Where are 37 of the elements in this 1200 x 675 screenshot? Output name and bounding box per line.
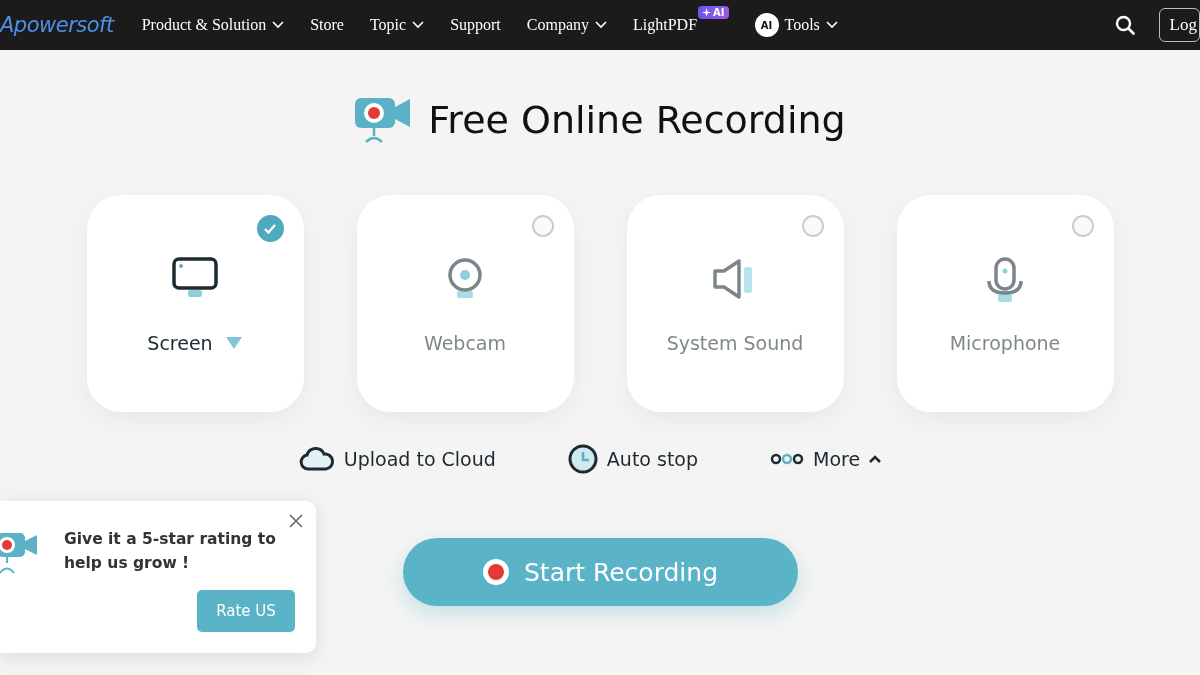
radio-icon[interactable]	[1071, 215, 1094, 237]
radio-icon[interactable]	[801, 215, 824, 237]
option-link[interactable]: Upload to Cloud	[298, 444, 496, 474]
rating-message: Give it a 5-star rating to help us grow !	[64, 529, 277, 574]
radio-icon[interactable]	[531, 215, 554, 237]
microphone-icon	[985, 257, 1025, 305]
clock-icon	[567, 444, 598, 474]
nav-link[interactable]: Topic	[369, 16, 425, 34]
nav-link[interactable]: Store	[310, 16, 344, 34]
camera-icon	[354, 95, 413, 145]
option-link[interactable]: Auto stop	[567, 444, 699, 474]
record-icon	[481, 558, 510, 586]
nav-link[interactable]: Product & Solution	[141, 16, 285, 34]
ai-gear-icon: AI	[754, 13, 779, 37]
source-label: Microphone	[949, 332, 1061, 354]
source-card[interactable]: Screen	[86, 195, 304, 412]
checked-radio-icon[interactable]	[256, 215, 284, 242]
source-card[interactable]: Microphone	[896, 195, 1114, 412]
ai-badge: AI	[698, 6, 729, 19]
nav-link[interactable]: LightPDF	[633, 16, 698, 34]
cloud-icon	[298, 446, 335, 472]
search-icon[interactable]	[1114, 15, 1135, 35]
webcam-icon	[445, 257, 485, 301]
option-link[interactable]: More	[770, 444, 882, 474]
page-title: Free Online Recording	[428, 98, 846, 142]
dots-icon	[770, 453, 805, 465]
close-icon[interactable]	[289, 514, 303, 528]
nav-link[interactable]: AI Tools	[754, 13, 838, 37]
dropdown-triangle-icon[interactable]	[224, 336, 243, 350]
login-button[interactable]: Log	[1158, 8, 1200, 42]
nav-link[interactable]: Company	[526, 16, 608, 34]
source-card[interactable]: System Sound	[626, 195, 844, 412]
source-card[interactable]: Webcam	[356, 195, 574, 412]
source-label: Webcam	[424, 332, 506, 354]
source-label: System Sound	[666, 332, 804, 354]
source-label: Screen	[147, 332, 213, 354]
nav-link[interactable]: Support	[450, 16, 501, 34]
